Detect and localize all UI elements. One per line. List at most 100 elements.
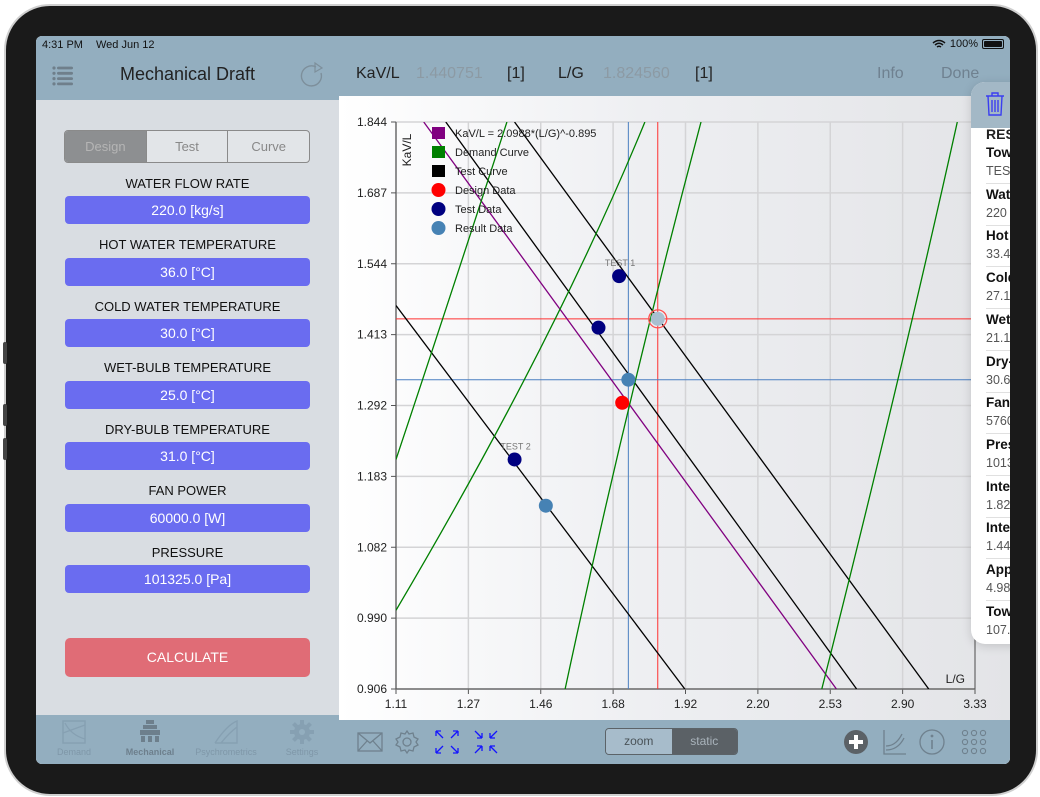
gear-icon[interactable] [393, 728, 421, 756]
info-row: Hot Water Temperature 33.4 [°C] [986, 225, 1010, 268]
info-row-key: Cold Water Temperature [986, 270, 1010, 286]
info-row: Approach at Design 4.988772 [°C] [986, 559, 1010, 601]
info-row-key: Intercept KaV/L [986, 520, 1010, 536]
y-tick-label: 1.082 [357, 540, 387, 554]
tab-mechanical[interactable]: Mechanical [112, 719, 188, 757]
dry-bulb-temperature-field[interactable]: 31.0 [°C] [65, 442, 310, 470]
left-header: 4:31 PM Wed Jun 12 Mechanical Draft [36, 36, 339, 100]
legend-label: KaV/L = 2.0988*(L/G)^-0.895 [455, 128, 596, 140]
legend-label: Design Data [455, 185, 516, 197]
collapse-icon[interactable] [472, 728, 500, 756]
legend-label: Test Curve [455, 166, 508, 178]
y-tick-label: 0.906 [357, 682, 387, 696]
chart-area[interactable]: 1.11 1.27 1.46 1.68 1.92 2.20 2.53 2.90 3.33 0.90… [339, 96, 1010, 720]
tab-demand[interactable]: Demand [36, 719, 112, 757]
dry-bulb-temperature-label: DRY-BULB TEMPERATURE [105, 422, 270, 437]
fan-power-field[interactable]: 60000.0 [W] [65, 504, 310, 532]
tab-mechanical-label: Mechanical [125, 747, 175, 757]
tower-icon [140, 720, 160, 742]
hardware-button [3, 438, 7, 460]
legend-swatch [432, 146, 445, 158]
data-point-label: TEST 2 [500, 441, 530, 451]
info-row: Water Flow Rate 220 [kg/s] [986, 184, 1010, 226]
info-row-value: 57600 [W] [986, 414, 1010, 429]
legend-label: Demand Curve [455, 147, 529, 159]
battery-percent: 100% [949, 38, 978, 50]
lg-value: 1.824560 [603, 65, 670, 82]
y-tick-label: 1.544 [357, 257, 387, 271]
refresh-icon[interactable] [298, 62, 326, 90]
grid-menu-icon[interactable] [960, 728, 988, 756]
series-line [396, 122, 646, 611]
info-point-popover: Info Point Done RESULT DATA Tower Type :… [971, 82, 1010, 644]
segment-test[interactable]: Test [147, 131, 229, 162]
wet-bulb-temperature-field[interactable]: 25.0 [°C] [65, 381, 310, 409]
intercept-point [650, 311, 665, 326]
data-point [591, 320, 606, 335]
water-flow-rate-field[interactable]: 220.0 [kg/s] [65, 196, 310, 224]
info-row-key: Intercept L/G at Approach [986, 478, 1010, 494]
zoom-static-toggle: zoom static [605, 728, 738, 755]
expand-icon[interactable] [433, 728, 461, 756]
tab-settings-label: Settings [285, 747, 319, 757]
info-row-key: Dry-Bulb Temperature [986, 353, 1010, 369]
x-tick-label: 2.20 [746, 697, 770, 711]
curves-icon[interactable] [880, 728, 908, 756]
kavl-label: KaV/L [356, 65, 400, 82]
status-time: 4:31 PM [42, 39, 83, 51]
info-row-value: 1.440751 [1] [986, 539, 1010, 554]
x-tick-label: 3.33 [963, 697, 987, 711]
chart-panel: 100% KaV/L 1.440751 [1] L/G 1.824560 [1]… [339, 36, 1010, 764]
y-tick-label: 0.990 [357, 611, 387, 625]
static-mode-button[interactable]: static [671, 729, 737, 754]
legend-swatch [432, 127, 445, 139]
hardware-button [3, 404, 7, 426]
legend-label: Test Data [455, 204, 502, 216]
segment-design[interactable]: Design [65, 131, 147, 162]
demand-chart-icon [62, 720, 86, 744]
cold-water-temperature-field[interactable]: 30.0 [°C] [65, 319, 310, 347]
info-row: Tower Type : Forced TEST 1 [986, 142, 1010, 184]
info-row-value: 33.4 [°C] [986, 247, 1010, 262]
chart-toolbar: zoom static [339, 720, 1010, 764]
y-tick-label: 1.183 [357, 469, 387, 483]
result-data-heading: RESULT DATA [986, 126, 1010, 142]
info-row: Dry-Bulb Temperature 30.6 [°C] [986, 351, 1010, 393]
kavl-lg-chart[interactable]: 1.11 1.27 1.46 1.68 1.92 2.20 2.53 2.90 3.33 0.90… [339, 96, 1010, 720]
info-row-key: Tower Capability [986, 603, 1010, 619]
info-row-value: 27.1 [°C] [986, 289, 1010, 304]
info-row: Tower Capability 107.3271 [%] [986, 601, 1010, 643]
zoom-mode-button[interactable]: zoom [606, 729, 672, 754]
tab-psychrometrics[interactable]: Psychrometrics [188, 719, 264, 757]
hot-water-temperature-field[interactable]: 36.0 [°C] [65, 258, 310, 286]
info-icon[interactable] [918, 728, 946, 756]
info-row-key: Tower Type : Forced [986, 145, 1010, 160]
kavl-unit: [1] [507, 65, 525, 82]
x-tick-label: 2.53 [819, 697, 843, 711]
tab-bar: Demand Mechanical Psychrometrics Setting… [36, 715, 339, 764]
lg-unit: [1] [695, 65, 713, 82]
info-row-value: 21.1 [°C] [986, 330, 1010, 345]
info-row-value: 107.3271 [%] [986, 622, 1010, 637]
info-row-value: 30.6 [°C] [986, 372, 1010, 387]
tab-settings[interactable]: Settings [264, 719, 340, 757]
pressure-field[interactable]: 101325.0 [Pa] [65, 565, 310, 593]
wifi-icon [932, 39, 946, 48]
calculate-button[interactable]: CALCULATE [65, 638, 310, 677]
x-tick-label: 1.68 [601, 697, 625, 711]
done-button[interactable]: Done [941, 65, 979, 83]
lg-label: L/G [558, 65, 584, 82]
info-row-key: Approach at Design [986, 562, 1010, 577]
y-tick-label: 1.292 [357, 399, 387, 413]
fan-power-label: FAN POWER [148, 483, 227, 498]
info-row: Cold Water Temperature 27.1 [°C] [986, 267, 1010, 310]
data-point-label: TEST 1 [605, 258, 635, 268]
legend-swatch [431, 202, 446, 216]
info-row-value: 220 [kg/s] [986, 205, 1010, 220]
legend-label: Result Data [455, 223, 513, 235]
add-point-icon[interactable] [842, 728, 870, 756]
segment-curve[interactable]: Curve [228, 131, 309, 162]
info-button[interactable]: Info [877, 65, 904, 83]
mail-icon[interactable] [356, 728, 384, 756]
x-tick-label: 1.11 [385, 697, 408, 711]
